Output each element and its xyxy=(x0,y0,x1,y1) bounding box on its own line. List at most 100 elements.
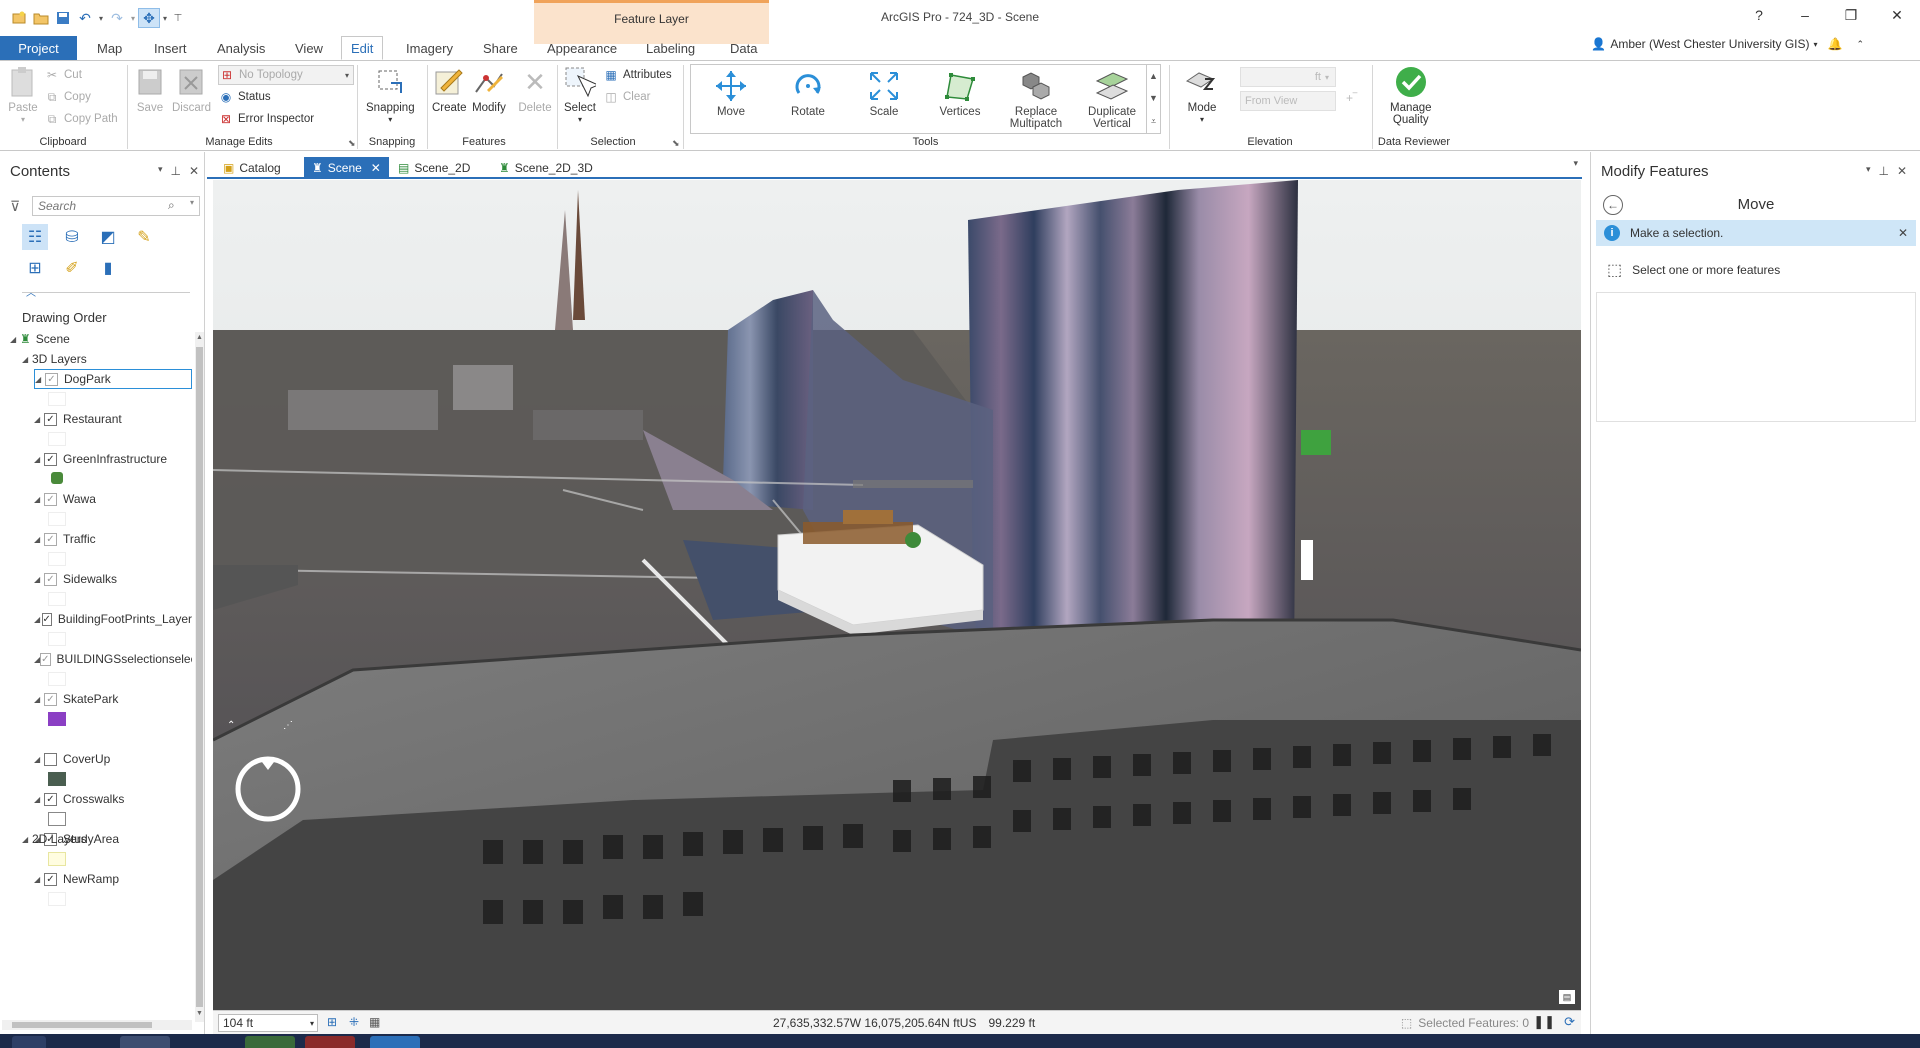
selected-features-indicator[interactable]: ⬚ Selected Features: 0 xyxy=(1401,1016,1529,1030)
expand-arrow-icon[interactable]: ◢ xyxy=(22,355,32,364)
scene-view[interactable]: ⌃ ⋰ ▤ xyxy=(213,180,1581,1010)
redo-icon[interactable]: ↷ xyxy=(106,8,128,28)
expand-arrow-icon[interactable]: ◢ xyxy=(34,795,44,804)
list-by-drawing-order-icon[interactable]: ☷ xyxy=(22,224,48,250)
navigate-dropdown-icon[interactable]: ▾ xyxy=(160,8,170,28)
tab-scene-2d[interactable]: ▤ Scene_2D xyxy=(390,157,478,178)
layer-visibility-checkbox[interactable]: ✓ xyxy=(44,572,57,586)
tree-2d-layers[interactable]: ◢ 2D Layers xyxy=(22,829,87,849)
tab-edit[interactable]: Edit xyxy=(341,36,384,60)
copy-button[interactable]: ⧉ Copy xyxy=(44,87,91,107)
layer-symbol-swatch[interactable] xyxy=(48,892,66,906)
tab-data[interactable]: Data xyxy=(721,36,766,60)
taskbar-app[interactable] xyxy=(370,1036,420,1048)
navigate-tool-icon[interactable]: ✥ xyxy=(138,8,160,28)
topology-select[interactable]: ⊞ No Topology ▾ xyxy=(218,65,354,85)
layer-visibility-checkbox[interactable]: ✓ xyxy=(44,692,57,706)
help-button[interactable]: ? xyxy=(1736,0,1782,30)
save-edits-button[interactable]: Save xyxy=(133,65,167,114)
manage-edits-launcher-icon[interactable]: ⬊ xyxy=(348,138,356,149)
layer-symbol-swatch[interactable] xyxy=(48,712,66,726)
expand-arrow-icon[interactable]: ◢ xyxy=(22,835,32,844)
list-by-selection-icon[interactable]: ◩ xyxy=(95,224,121,250)
contents-horizontal-thumb[interactable] xyxy=(12,1022,152,1028)
layer-row[interactable]: ◢ ✓ BUILDINGSselectionselec xyxy=(34,649,192,669)
tab-analysis[interactable]: Analysis xyxy=(208,36,274,60)
expand-arrow-icon[interactable]: ◢ xyxy=(34,495,44,504)
save-project-icon[interactable] xyxy=(52,8,74,28)
expand-arrow-icon[interactable]: ◢ xyxy=(34,875,44,884)
error-inspector-button[interactable]: ⊠ Error Inspector xyxy=(218,109,314,129)
layer-symbol-swatch[interactable] xyxy=(51,472,63,484)
layer-symbol-swatch[interactable] xyxy=(48,392,66,406)
expand-arrow-icon[interactable]: ◢ xyxy=(34,455,44,464)
pin-icon[interactable]: ⊥ xyxy=(171,164,181,178)
expand-arrow-icon[interactable]: ◢ xyxy=(34,415,44,424)
customize-qat-icon[interactable]: ⊤ xyxy=(170,8,186,28)
attributes-button[interactable]: ▦ Attributes xyxy=(603,65,671,85)
from-view-field[interactable]: From View xyxy=(1240,91,1336,111)
view-tabs-menu-icon[interactable]: ▾ xyxy=(1573,158,1578,169)
tab-map[interactable]: Map xyxy=(88,36,131,60)
refresh-icon[interactable]: ⟳ xyxy=(1564,1014,1575,1030)
pause-drawing-icon[interactable]: ❚❚ xyxy=(1533,1014,1555,1030)
move-tool[interactable]: Move xyxy=(694,68,768,118)
taskbar-app[interactable] xyxy=(245,1036,295,1048)
layer-visibility-checkbox[interactable]: ✓ xyxy=(44,412,57,426)
select-button[interactable]: Select ▾ xyxy=(563,65,597,126)
tab-catalog[interactable]: ▣ Catalog xyxy=(215,157,289,178)
expand-arrow-icon[interactable]: ◢ xyxy=(34,535,44,544)
modify-features-button[interactable]: Modify xyxy=(472,65,506,114)
navigator-control[interactable] xyxy=(231,752,305,826)
layer-row[interactable]: ◢ ✓ Restaurant xyxy=(34,409,192,429)
elevation-mode-button[interactable]: Mode ▾ xyxy=(1185,65,1219,126)
close-button[interactable]: ✕ xyxy=(1874,0,1920,30)
expand-arrow-icon[interactable]: ◢ xyxy=(35,375,45,384)
discard-edits-button[interactable]: Discard xyxy=(172,65,211,114)
layer-symbol-swatch[interactable] xyxy=(48,632,66,646)
list-by-charts-icon[interactable]: ▮ xyxy=(95,255,121,281)
scene-options-icon[interactable]: ▤ xyxy=(1559,990,1575,1004)
gallery-expand-icon[interactable]: ⩡ xyxy=(1151,116,1156,127)
search-options-icon[interactable]: ▾ xyxy=(190,198,194,207)
layer-visibility-checkbox[interactable]: ✓ xyxy=(40,652,51,666)
layer-row[interactable]: ◢ ✓ BuildingFootPrints_Layer xyxy=(34,609,192,629)
list-by-labeling-icon[interactable]: ✐ xyxy=(59,255,85,281)
scroll-up-icon[interactable]: ▲ xyxy=(196,334,203,341)
copy-path-button[interactable]: ⧉ Copy Path xyxy=(44,109,118,129)
layer-symbol-swatch[interactable] xyxy=(48,592,66,606)
grid-toggle-icon[interactable]: ▦ xyxy=(369,1015,380,1029)
layer-row[interactable]: ◢ ✓ SkatePark xyxy=(34,689,192,709)
contents-search-input[interactable]: Search xyxy=(32,196,200,216)
new-project-icon[interactable] xyxy=(8,8,30,28)
layer-symbol-swatch[interactable] xyxy=(48,772,66,786)
taskbar-app[interactable] xyxy=(120,1036,170,1048)
snapping-button[interactable]: Snapping ▾ xyxy=(366,65,415,126)
ribbon-collapse-icon[interactable]: ⌃ xyxy=(1856,39,1864,50)
close-tab-icon[interactable]: ✕ xyxy=(371,161,381,175)
selection-launcher-icon[interactable]: ⬊ xyxy=(672,138,680,149)
collapse-navigator-icon[interactable]: ⌃ xyxy=(227,720,235,731)
cut-button[interactable]: ✂ Cut xyxy=(44,65,82,85)
pane-menu-icon[interactable]: ▾ xyxy=(1866,164,1871,178)
elevation-pick-icon[interactable]: +‾ xyxy=(1346,91,1357,105)
close-pane-icon[interactable]: ✕ xyxy=(189,164,199,178)
layer-row[interactable]: ◢ ✓ NewRamp xyxy=(34,869,192,889)
layer-symbol-swatch[interactable] xyxy=(48,672,66,686)
layer-visibility-checkbox[interactable]: ✓ xyxy=(44,792,57,806)
restore-button[interactable]: ❐ xyxy=(1828,0,1874,30)
layer-symbol-swatch[interactable] xyxy=(48,432,66,446)
expand-arrow-icon[interactable]: ◢ xyxy=(34,755,44,764)
tree-3d-layers[interactable]: ◢ 3D Layers xyxy=(22,349,87,369)
layer-row[interactable]: ◢ CoverUp xyxy=(34,749,192,769)
list-by-editing-icon[interactable]: ✎ xyxy=(131,224,157,250)
tab-appearance[interactable]: Appearance xyxy=(538,36,626,60)
layer-symbol-swatch[interactable] xyxy=(48,852,66,866)
selected-features-list[interactable] xyxy=(1596,292,1916,422)
filter-icon[interactable]: ⊽ xyxy=(10,198,20,215)
rotate-tool[interactable]: Rotate xyxy=(771,68,845,118)
taskbar-app[interactable] xyxy=(305,1036,355,1048)
gallery-down-icon[interactable]: ▼ xyxy=(1149,93,1158,103)
scale-tool[interactable]: Scale xyxy=(847,68,921,118)
tab-imagery[interactable]: Imagery xyxy=(397,36,462,60)
